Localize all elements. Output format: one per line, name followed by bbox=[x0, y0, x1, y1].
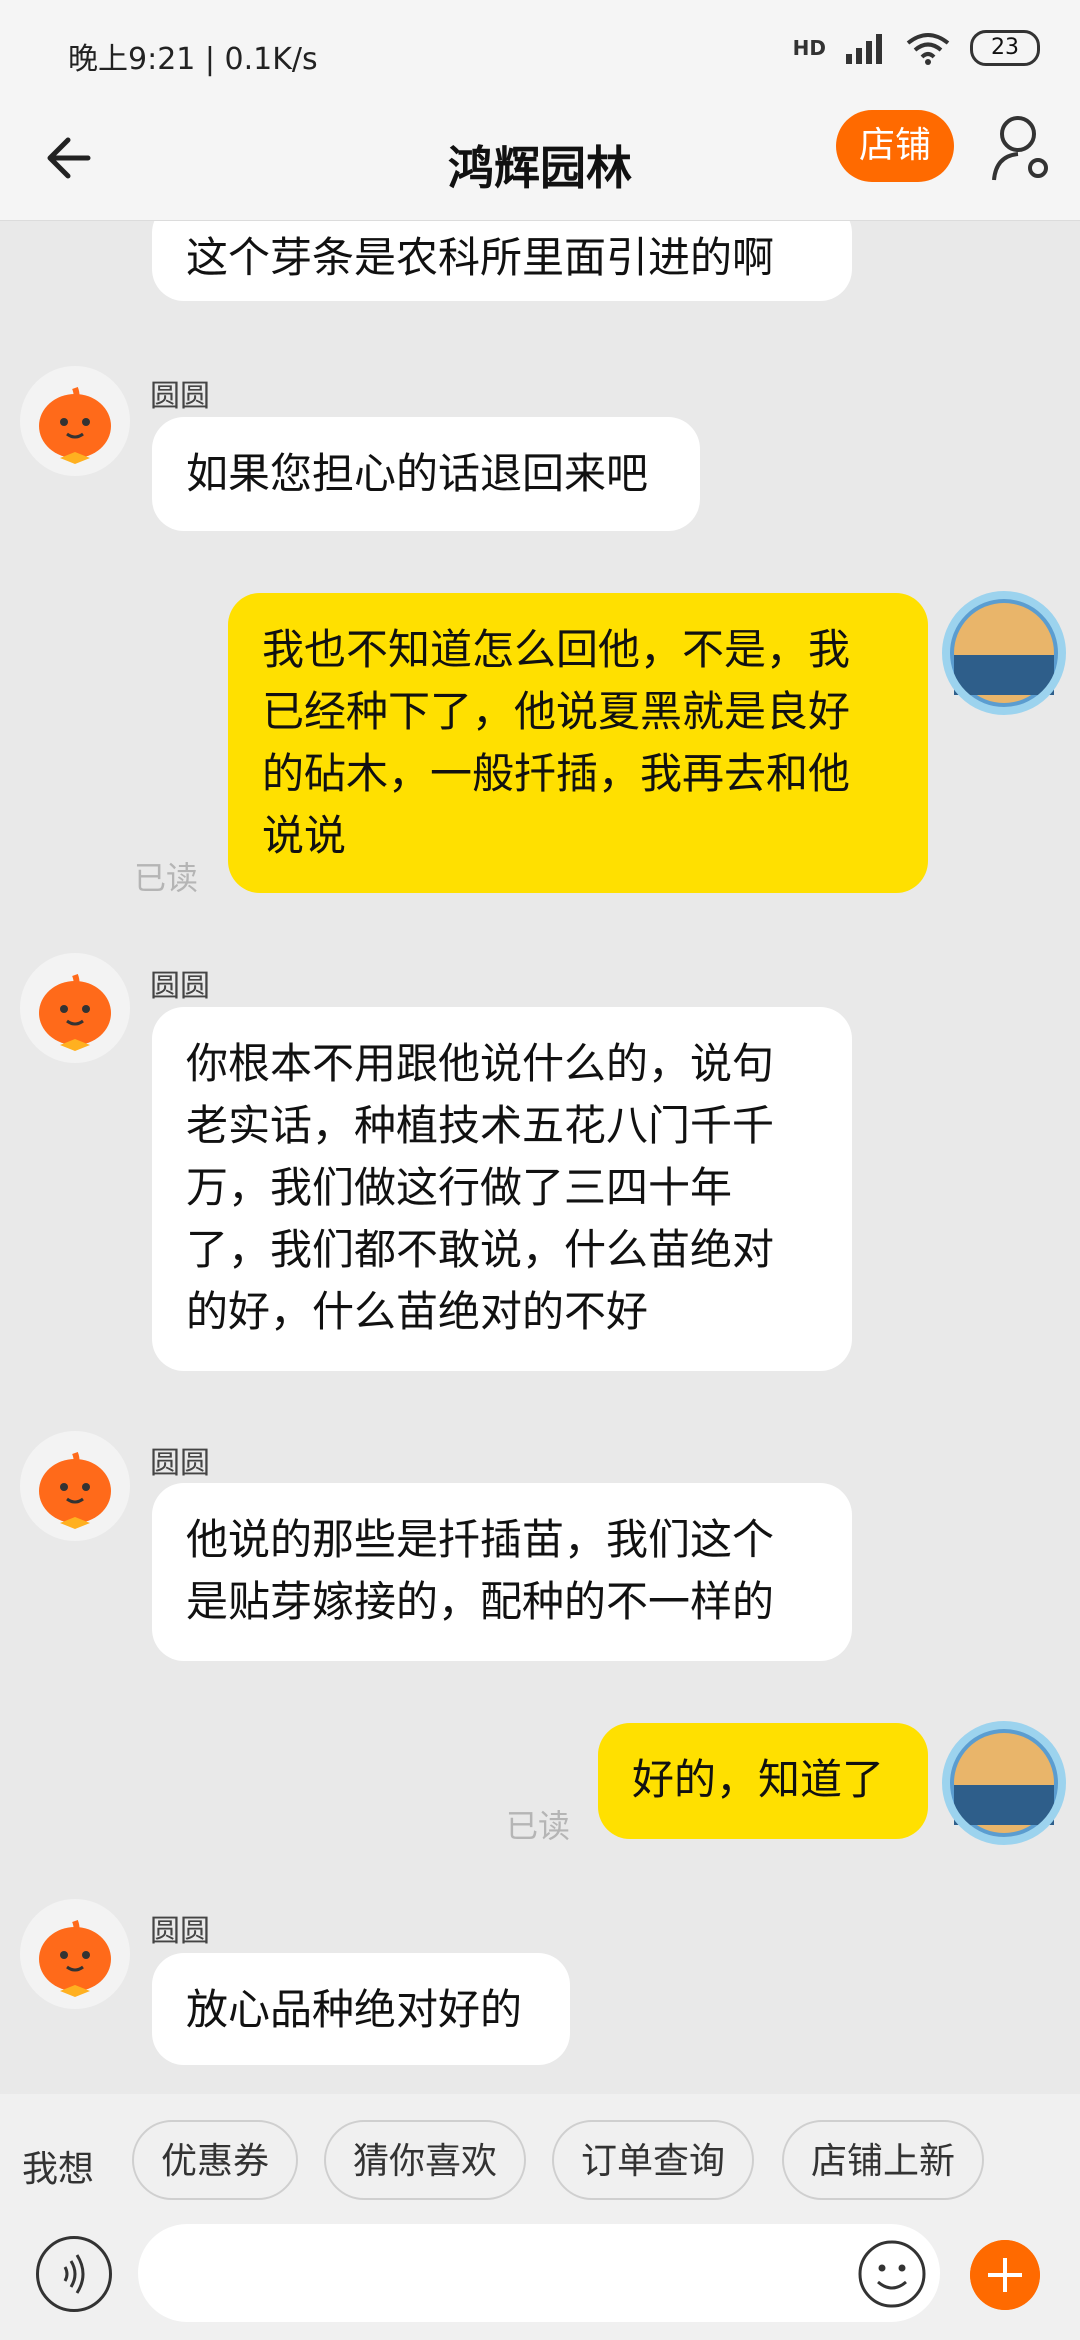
message-input[interactable] bbox=[138, 2224, 940, 2322]
sender-name: 圆圆 bbox=[150, 1446, 210, 1481]
avatar[interactable] bbox=[20, 1899, 130, 2009]
avatar[interactable] bbox=[20, 1431, 130, 1541]
signal-icon bbox=[846, 34, 882, 64]
message-bubble-outgoing[interactable]: 我也不知道怎么回他，不是，我 已经种下了，他说夏黑就是良好 的砧木，一般扦插，我… bbox=[228, 593, 928, 893]
pumpkin-avatar-icon bbox=[39, 386, 111, 464]
user-settings-icon[interactable] bbox=[988, 112, 1052, 184]
emoji-icon[interactable] bbox=[856, 2238, 928, 2310]
status-time: 晚上9:21 | 0.1K/s bbox=[68, 42, 318, 77]
sender-name: 圆圆 bbox=[150, 1914, 210, 1949]
chat-message-list[interactable]: 这个芽条是农科所里面引进的啊 圆圆 如果您担心的话退回来吧 已读 我也不知道怎么… bbox=[0, 221, 1080, 2093]
message-bubble-incoming[interactable]: 如果您担心的话退回来吧 bbox=[152, 417, 700, 531]
pumpkin-avatar-icon bbox=[39, 973, 111, 1051]
chip-recommendations[interactable]: 猜你喜欢 bbox=[324, 2120, 526, 2200]
avatar[interactable] bbox=[20, 366, 130, 476]
shop-button[interactable]: 店铺 bbox=[836, 110, 954, 182]
pumpkin-avatar-icon bbox=[39, 1919, 111, 1997]
sunset-avatar-icon bbox=[942, 591, 1066, 715]
status-bar: 晚上9:21 | 0.1K/s HD 23 bbox=[0, 0, 1080, 96]
pumpkin-avatar-icon bbox=[39, 1451, 111, 1529]
plus-icon[interactable] bbox=[970, 2240, 1040, 2310]
voice-icon bbox=[63, 2254, 85, 2294]
chat-header: 鸿辉园林 店铺 bbox=[0, 96, 1080, 221]
status-icons: HD 23 bbox=[793, 30, 1040, 66]
wifi-icon bbox=[906, 33, 950, 65]
avatar[interactable] bbox=[20, 953, 130, 1063]
message-bubble-incoming[interactable]: 放心品种绝对好的 bbox=[152, 1953, 570, 2065]
message-bubble-incoming[interactable]: 你根本不用跟他说什么的，说句 老实话，种植技术五花八门千千 万，我们做这行做了三… bbox=[152, 1007, 852, 1371]
avatar[interactable] bbox=[940, 589, 1068, 717]
chip-order-lookup[interactable]: 订单查询 bbox=[552, 2120, 754, 2200]
sender-name: 圆圆 bbox=[150, 379, 210, 414]
chip-new-arrivals[interactable]: 店铺上新 bbox=[782, 2120, 984, 2200]
battery-indicator: 23 bbox=[970, 30, 1040, 66]
read-status: 已读 bbox=[134, 859, 199, 897]
message-bubble-incoming[interactable]: 这个芽条是农科所里面引进的啊 bbox=[152, 221, 852, 301]
voice-button[interactable] bbox=[36, 2236, 112, 2312]
chip-coupons[interactable]: 优惠券 bbox=[132, 2120, 298, 2200]
input-bar bbox=[0, 2224, 1080, 2340]
read-status: 已读 bbox=[506, 1807, 571, 1845]
quick-reply-bar: 我想 优惠券 猜你喜欢 订单查询 店铺上新 bbox=[0, 2094, 1080, 2224]
message-bubble-incoming[interactable]: 他说的那些是扦插苗，我们这个 是贴芽嫁接的，配种的不一样的 bbox=[152, 1483, 852, 1661]
sender-name: 圆圆 bbox=[150, 969, 210, 1004]
network-type-label: HD bbox=[792, 36, 826, 60]
message-bubble-outgoing[interactable]: 好的，知道了 bbox=[598, 1723, 928, 1839]
avatar[interactable] bbox=[940, 1719, 1068, 1847]
sunset-avatar-icon bbox=[942, 1721, 1066, 1845]
quick-reply-label: 我想 bbox=[22, 2149, 95, 2190]
